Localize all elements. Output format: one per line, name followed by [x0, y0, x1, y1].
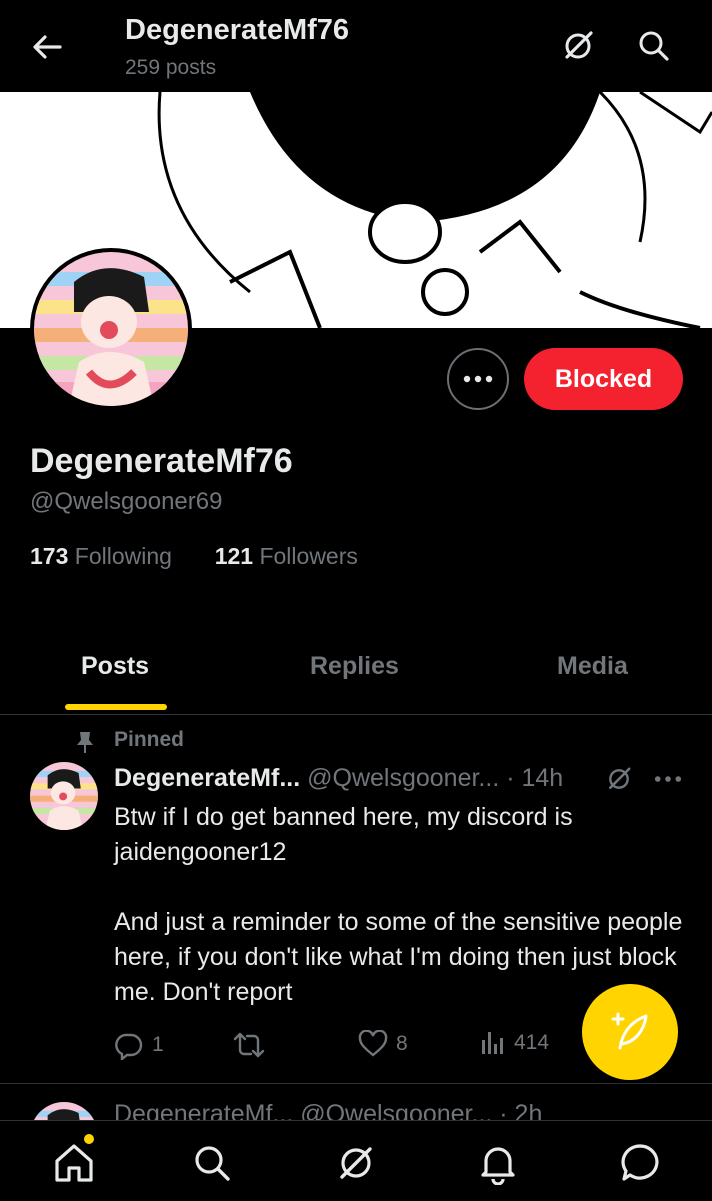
post-author-name[interactable]: DegenerateMf...: [114, 764, 300, 792]
pin-icon: [77, 732, 93, 753]
pinned-label: Pinned: [114, 728, 185, 751]
post-avatar-artwork: [30, 762, 98, 830]
tab-media[interactable]: Media: [557, 652, 628, 681]
tab-posts[interactable]: Posts: [81, 652, 149, 681]
post-author-handle[interactable]: @Qwelsgooner...: [307, 764, 499, 792]
profile-stats: 173 Following 121 Followers: [30, 543, 358, 570]
header-title: DegenerateMf76: [125, 14, 350, 46]
following-link[interactable]: 173 Following: [30, 543, 172, 569]
messages-icon[interactable]: [618, 1141, 662, 1185]
bottom-navigation: [0, 1120, 712, 1201]
views-icon: [482, 1032, 503, 1054]
home-notification-dot: [84, 1134, 94, 1144]
back-arrow-icon[interactable]: [30, 30, 64, 64]
top-bar: [0, 0, 712, 92]
views-button[interactable]: 414: [480, 1030, 549, 1056]
grok-icon[interactable]: [559, 27, 597, 65]
profile-display-name: DegenerateMf76: [30, 442, 293, 480]
post-paragraph: Btw if I do get banned here, my discord …: [114, 803, 573, 866]
view-count: 414: [514, 1031, 550, 1054]
repost-icon: [233, 1032, 265, 1058]
avatar-artwork: [34, 252, 188, 406]
followers-count: 121: [214, 543, 254, 569]
post-divider: [0, 1083, 712, 1084]
active-tab-indicator: [65, 704, 167, 710]
grok-icon[interactable]: [334, 1141, 378, 1185]
like-button[interactable]: 8: [358, 1030, 408, 1058]
grok-icon[interactable]: [604, 764, 634, 794]
search-icon[interactable]: [190, 1141, 234, 1185]
next-post-header[interactable]: DegenerateMf... @Qwelsgooner... · 2h: [114, 1100, 542, 1120]
search-icon[interactable]: [635, 27, 673, 65]
compose-icon: [611, 1012, 648, 1050]
tab-replies[interactable]: Replies: [310, 652, 399, 681]
reply-button[interactable]: 1: [114, 1030, 164, 1060]
header-post-count: 259 posts: [125, 56, 217, 79]
profile-avatar[interactable]: [30, 248, 192, 410]
blocked-button[interactable]: Blocked: [524, 348, 683, 410]
followers-link[interactable]: 121 Followers: [215, 543, 358, 569]
like-count: 8: [396, 1032, 408, 1055]
more-icon: [463, 375, 493, 383]
reply-icon: [115, 1033, 143, 1060]
post-time: · 14h: [506, 764, 564, 792]
profile-handle: @Qwelsgooner69: [30, 488, 223, 515]
following-label: Following: [74, 543, 172, 569]
repost-button[interactable]: [232, 1030, 274, 1060]
profile-tabs: Posts Replies Media: [0, 630, 712, 715]
bell-icon[interactable]: [476, 1141, 520, 1185]
post-header: DegenerateMf... @Qwelsgooner... · 14h: [114, 764, 563, 793]
post-more-icon[interactable]: [654, 775, 682, 783]
reply-count: 1: [152, 1033, 164, 1056]
compose-post-button[interactable]: [582, 984, 678, 1080]
following-count: 173: [30, 543, 69, 569]
post-author-avatar[interactable]: [30, 762, 98, 830]
more-options-button[interactable]: [447, 348, 509, 410]
like-icon: [358, 1030, 388, 1057]
home-icon[interactable]: [52, 1141, 96, 1185]
followers-label: Followers: [259, 543, 358, 569]
